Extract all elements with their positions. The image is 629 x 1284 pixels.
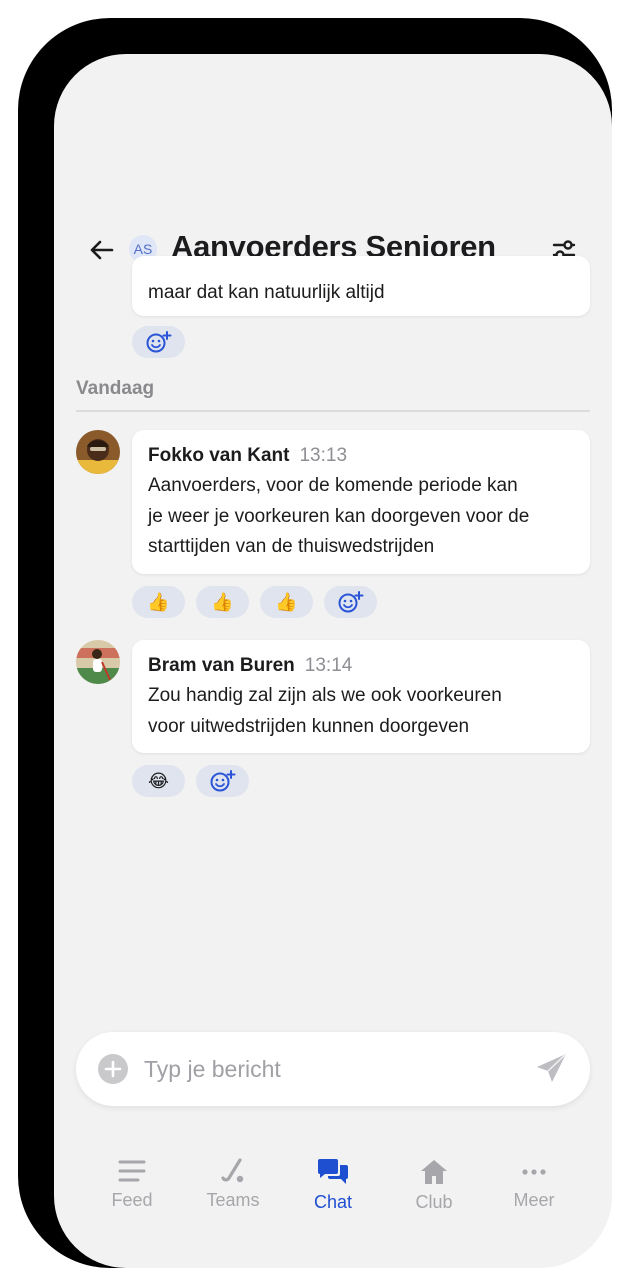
message-bubble[interactable]: Bram van Buren 13:14 Zou handig zal zijn … xyxy=(132,640,590,753)
hockey-stick-icon xyxy=(221,1158,244,1183)
add-reaction-button[interactable] xyxy=(196,765,249,797)
tab-chat[interactable]: Chat xyxy=(283,1154,383,1224)
send-icon[interactable] xyxy=(534,1050,570,1086)
more-icon xyxy=(522,1169,546,1175)
message-list[interactable]: maar dat kan natuurlijk altijd Vandaag F… xyxy=(54,256,612,1046)
message-time: 13:13 xyxy=(299,445,348,466)
message-line: Aanvoerders, voor de komende periode kan xyxy=(148,475,518,496)
tab-label: Feed xyxy=(111,1190,153,1210)
message-composer xyxy=(76,1032,590,1106)
message-line: voor uitwedstrijden kunnen doorgeven xyxy=(148,715,470,737)
message-line: starttijden van de thuiswedstrijden xyxy=(148,536,435,557)
add-reaction-button[interactable] xyxy=(132,326,185,358)
previous-message-text: maar dat kan natuurlijk altijd xyxy=(148,282,385,303)
message-text: Zou handig zal zijn als we ook voorkeure… xyxy=(148,681,574,742)
phone-frame: AS Aanvoerders Senioren maar dat kan nat… xyxy=(18,18,612,1268)
feed-icon xyxy=(118,1160,146,1182)
message-line: je weer je voorkeuren kan doorgeven voor… xyxy=(148,505,530,527)
message-input[interactable] xyxy=(144,1050,514,1088)
chat-icon xyxy=(318,1159,348,1184)
add-reaction-button[interactable] xyxy=(324,586,377,618)
tab-label: Club xyxy=(415,1192,453,1212)
date-divider-label: Vandaag xyxy=(76,378,155,399)
reaction-chip[interactable]: 😂 xyxy=(132,765,185,797)
back-arrow-icon[interactable] xyxy=(88,236,116,264)
previous-message-bubble[interactable]: maar dat kan natuurlijk altijd xyxy=(132,256,590,316)
plus-icon[interactable] xyxy=(98,1054,128,1084)
message-line: Zou handig zal zijn als we ook voorkeure… xyxy=(148,685,502,706)
tab-label: Teams xyxy=(206,1190,260,1210)
tab-feed[interactable]: Feed xyxy=(82,1154,182,1224)
message-reactions: 👍 👍 👍 xyxy=(132,586,377,618)
avatar[interactable] xyxy=(76,430,120,474)
tab-label: Meer xyxy=(513,1190,555,1210)
app-screen: AS Aanvoerders Senioren maar dat kan nat… xyxy=(54,54,612,1268)
tab-teams[interactable]: Teams xyxy=(183,1154,283,1224)
message-author[interactable]: Fokko van Kant xyxy=(148,445,289,466)
tab-meer[interactable]: Meer xyxy=(484,1154,584,1224)
reaction-chip[interactable]: 👍 xyxy=(260,586,313,618)
previous-message-reactions xyxy=(132,326,185,358)
avatar[interactable] xyxy=(76,640,120,684)
home-icon xyxy=(421,1160,447,1184)
date-divider-line xyxy=(76,410,590,412)
reaction-chip[interactable]: 👍 xyxy=(196,586,249,618)
tab-label: Chat xyxy=(313,1192,353,1212)
message-bubble[interactable]: Fokko van Kant 13:13 Aanvoerders, voor de… xyxy=(132,430,590,574)
tab-club[interactable]: Club xyxy=(384,1154,484,1224)
message-time: 13:14 xyxy=(304,655,353,676)
reaction-chip[interactable]: 👍 xyxy=(132,586,185,618)
message-author[interactable]: Bram van Buren xyxy=(148,655,295,676)
message-reactions: 😂 xyxy=(132,765,249,797)
bottom-tab-bar: Feed Teams Chat Club Meer xyxy=(82,1154,584,1224)
message-text: Aanvoerders, voor de komende periode kan… xyxy=(148,471,574,563)
